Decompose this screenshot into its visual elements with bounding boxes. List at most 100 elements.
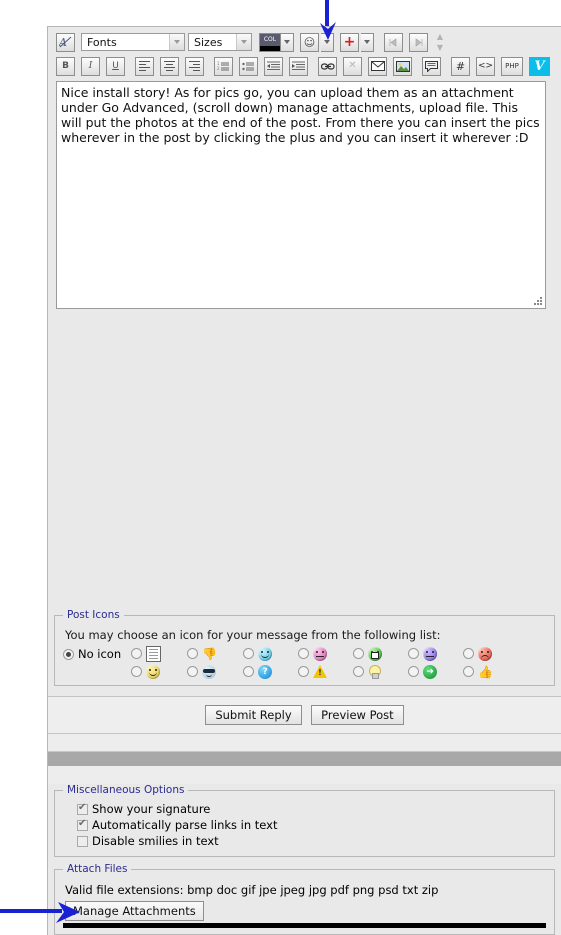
quote-icon[interactable]	[422, 56, 441, 76]
redo-icon[interactable]	[409, 32, 428, 52]
scroll-down-icon[interactable]: ▼	[437, 43, 443, 52]
text-color-dropdown[interactable]	[281, 32, 294, 52]
misc-option-parse-links[interactable]: Automatically parse links in text	[77, 818, 546, 832]
post-icon-radio[interactable]	[408, 648, 420, 659]
post-icon-radio[interactable]	[187, 666, 199, 677]
vimeo-icon[interactable]: V	[529, 56, 550, 76]
post-icon-option-smile-yellow[interactable]	[131, 664, 161, 679]
bottom-black-bar	[63, 923, 546, 928]
submit-reply-button[interactable]: Submit Reply	[205, 705, 302, 725]
grin-green-icon	[368, 646, 383, 661]
post-icon-radio[interactable]	[298, 666, 310, 677]
post-icon-column: 👎	[187, 646, 217, 679]
post-icon-option-no-icon[interactable]: No icon	[63, 647, 121, 661]
attach-files-fieldset: Attach Files Valid file extensions: bmp …	[54, 863, 555, 935]
font-style-icon[interactable]: A	[56, 32, 75, 52]
preview-post-button[interactable]: Preview Post	[311, 705, 404, 725]
parse-links-label: Automatically parse links in text	[92, 818, 278, 832]
cool-shades-icon	[202, 664, 217, 679]
align-left-icon[interactable]	[135, 56, 154, 76]
editor-toolbar: A Fonts Sizes COL ☺ + ▲ ▼ B I U 1 2 ✕ # …	[48, 27, 561, 81]
show-signature-checkbox[interactable]	[77, 802, 88, 815]
scroll-up-icon[interactable]: ▲	[437, 32, 443, 41]
font-size-select[interactable]: Sizes	[188, 33, 252, 51]
ordered-list-icon[interactable]: 12	[214, 56, 233, 76]
message-editor-area: Nice install story! As for pics go, you …	[48, 81, 561, 309]
post-icon-radio[interactable]	[463, 648, 475, 659]
indent-icon[interactable]	[289, 56, 308, 76]
italic-icon[interactable]: I	[81, 56, 100, 76]
toolbar-row-2: B I U 12 ✕ # <> PHP V	[56, 56, 561, 76]
message-text: Nice install story! As for pics go, you …	[61, 85, 544, 145]
post-icon-radio[interactable]	[463, 666, 475, 677]
manage-attachments-button[interactable]: Manage Attachments	[65, 901, 204, 921]
separator-band	[48, 734, 561, 752]
post-reply-page: A Fonts Sizes COL ☺ + ▲ ▼ B I U 1 2 ✕ # …	[0, 0, 561, 935]
post-icon-option-cool-shades[interactable]	[187, 664, 217, 679]
resize-grip-icon[interactable]	[534, 297, 543, 306]
post-icon-option-angry-red[interactable]	[463, 646, 493, 661]
font-family-select[interactable]: Fonts	[81, 33, 185, 51]
post-icons-hint: You may choose an icon for your message …	[65, 628, 441, 642]
question-blue-icon: ?	[258, 664, 273, 679]
parse-links-checkbox[interactable]	[77, 818, 88, 831]
thumbs-down-icon: 👎	[202, 646, 218, 661]
post-icon-radio[interactable]	[353, 648, 365, 659]
disable-smilies-label: Disable smilies in text	[92, 834, 219, 848]
smiley-icon[interactable]: ☺	[300, 32, 319, 52]
chevron-down-icon[interactable]	[236, 34, 251, 50]
post-icon-column: ?	[243, 646, 273, 679]
post-icon-radio[interactable]	[298, 648, 310, 659]
misc-option-disable-smilies[interactable]: Disable smilies in text	[77, 834, 546, 848]
align-right-icon[interactable]	[185, 56, 204, 76]
svg-text:2: 2	[217, 66, 220, 71]
post-icon-radio[interactable]	[353, 666, 365, 677]
post-icon-option-question-blue[interactable]: ?	[243, 664, 273, 679]
outdent-icon[interactable]	[264, 56, 283, 76]
chevron-down-icon[interactable]	[169, 34, 184, 50]
post-icon-radio[interactable]	[243, 666, 255, 677]
unlink-icon[interactable]: ✕	[343, 56, 362, 76]
bullet-list-icon[interactable]	[239, 56, 258, 76]
post-icon-radio[interactable]	[408, 666, 420, 677]
insert-attachment-dropdown[interactable]	[361, 32, 374, 52]
post-icon-option-arrow-green[interactable]: ➜	[408, 664, 438, 679]
misc-option-show-signature[interactable]: Show your signature	[77, 802, 546, 816]
post-icon-option-document[interactable]	[131, 645, 162, 662]
post-icon-option-warning[interactable]	[298, 664, 328, 679]
bold-icon[interactable]: B	[56, 56, 75, 76]
email-icon[interactable]	[368, 56, 387, 76]
insert-attachment-plus-icon[interactable]: +	[340, 32, 359, 52]
color-swatch	[260, 45, 280, 51]
post-icon-option-grin-green[interactable]	[353, 646, 383, 661]
post-icon-radio[interactable]	[131, 648, 143, 659]
post-icon-radio[interactable]	[243, 648, 255, 659]
text-color-icon[interactable]: COL	[259, 32, 281, 52]
message-textarea[interactable]: Nice install story! As for pics go, you …	[56, 81, 546, 309]
html-icon[interactable]: <>	[476, 56, 495, 76]
warning-triangle-icon	[313, 665, 328, 678]
post-icon-option-lightbulb[interactable]	[353, 664, 382, 679]
post-icon-option-thumbs-up[interactable]: 👍	[463, 664, 493, 679]
smile-yellow-icon	[146, 664, 161, 679]
post-icon-option-smile-pink[interactable]	[298, 646, 328, 661]
post-icon-radio[interactable]	[131, 666, 143, 677]
smiley-dropdown[interactable]	[321, 32, 334, 52]
post-icon-radio[interactable]	[187, 648, 199, 659]
undo-icon[interactable]	[384, 32, 403, 52]
align-center-icon[interactable]	[160, 56, 179, 76]
code-icon[interactable]: #	[451, 56, 470, 76]
post-icon-option-frown-purple[interactable]	[408, 646, 438, 661]
disable-smilies-checkbox[interactable]	[77, 835, 88, 847]
link-icon[interactable]	[318, 56, 337, 76]
post-icon-option-thumbs-down[interactable]: 👎	[187, 646, 217, 661]
no-icon-radio[interactable]	[63, 648, 74, 660]
php-icon[interactable]: PHP	[501, 56, 523, 76]
spacer-after-post-icons	[48, 686, 561, 696]
underline-icon[interactable]: U	[106, 56, 125, 76]
toolbar-scroll-arrows[interactable]: ▲ ▼	[433, 32, 447, 52]
document-icon	[146, 645, 162, 662]
insert-image-icon[interactable]	[393, 56, 412, 76]
post-icon-column	[298, 646, 328, 679]
post-icon-option-smile-cyan[interactable]	[243, 646, 273, 661]
